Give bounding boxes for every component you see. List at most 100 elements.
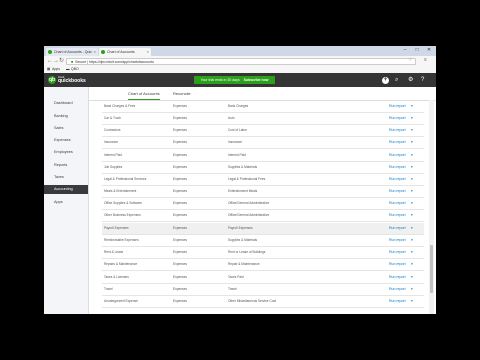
sidebar-item-reports[interactable]: Reports bbox=[44, 161, 88, 170]
browser-tab-1[interactable]: Chart of Accounts - Quic × bbox=[46, 48, 98, 56]
run-report-link[interactable]: Run report bbox=[389, 125, 406, 136]
account-name: Office Supplies & Software bbox=[104, 201, 142, 205]
reload-icon[interactable]: ↻ bbox=[59, 57, 64, 65]
url-text: https://qbo.intuit.com/app/chartofaccoun… bbox=[89, 59, 154, 64]
chevron-down-icon[interactable]: ▾ bbox=[411, 125, 413, 136]
gear-icon[interactable]: ⚙ bbox=[408, 77, 413, 83]
scrollbar[interactable] bbox=[429, 100, 434, 314]
bookmark-apps[interactable]: Apps bbox=[52, 66, 60, 73]
close-tab-icon[interactable]: × bbox=[94, 48, 96, 56]
chevron-down-icon[interactable]: ▾ bbox=[411, 101, 413, 112]
bookmark-qbo[interactable]: QBO bbox=[71, 66, 79, 73]
table-row: Reimbursable Expenses Expenses Supplies … bbox=[102, 235, 424, 247]
chevron-down-icon[interactable]: ▾ bbox=[411, 210, 413, 221]
run-report-link[interactable]: Run report bbox=[389, 223, 406, 234]
subscribe-now-button[interactable]: Subscribe now bbox=[244, 78, 269, 82]
help-icon[interactable]: ? bbox=[421, 77, 424, 83]
chevron-down-icon[interactable]: ▾ bbox=[411, 198, 413, 209]
table-row: Legal & Professional Services Expenses L… bbox=[102, 174, 424, 186]
run-report-link[interactable]: Run report bbox=[389, 247, 406, 258]
detail-type: Office/General Administrative bbox=[228, 201, 270, 205]
chevron-down-icon[interactable]: ▾ bbox=[411, 235, 413, 246]
quickbooks-logo-icon[interactable]: qb bbox=[48, 76, 56, 84]
scrollbar-thumb[interactable] bbox=[430, 245, 433, 293]
detail-type: Supplies & Materials bbox=[228, 165, 258, 169]
sidebar-item-expenses[interactable]: Expenses bbox=[44, 136, 88, 145]
quickbooks-favicon-icon bbox=[101, 50, 105, 54]
chevron-down-icon[interactable]: ▾ bbox=[411, 186, 413, 197]
apps-grid-icon[interactable]: ▦ bbox=[47, 66, 50, 73]
chevron-down-icon[interactable]: ▾ bbox=[411, 137, 413, 148]
sidebar-item-banking[interactable]: Banking bbox=[44, 112, 88, 121]
run-report-link[interactable]: Run report bbox=[389, 284, 406, 295]
detail-type: Cost of Labor bbox=[228, 128, 248, 132]
run-report-link[interactable]: Run report bbox=[389, 113, 406, 124]
account-name: Rent & Lease bbox=[104, 250, 124, 254]
run-report-link[interactable]: Run report bbox=[389, 296, 406, 307]
table-row: Meals & Entertainment Expenses Entertain… bbox=[102, 186, 424, 198]
account-name: Insurance bbox=[104, 140, 118, 144]
run-report-link[interactable]: Run report bbox=[389, 186, 406, 197]
chevron-down-icon[interactable]: ▾ bbox=[411, 113, 413, 124]
url-field[interactable]: ■ Secure | https://qbo.intuit.com/app/cha… bbox=[66, 57, 416, 65]
account-type: Expenses bbox=[173, 153, 187, 157]
chevron-down-icon[interactable]: ▾ bbox=[411, 150, 413, 161]
minimize-button[interactable]: – bbox=[400, 46, 410, 55]
create-plus-icon[interactable]: + bbox=[382, 76, 389, 84]
run-report-link[interactable]: Run report bbox=[389, 198, 406, 209]
run-report-link[interactable]: Run report bbox=[389, 235, 406, 246]
account-type: Expenses bbox=[173, 238, 187, 242]
account-name: Taxes & Licenses bbox=[104, 275, 129, 279]
chevron-down-icon[interactable]: ▾ bbox=[411, 174, 413, 185]
sidebar: Dashboard Banking Sales Expenses Employe… bbox=[44, 87, 89, 314]
account-name: Job Supplies bbox=[104, 165, 123, 169]
sidebar-item-employees[interactable]: Employees bbox=[44, 148, 88, 157]
account-type: Expenses bbox=[173, 250, 187, 254]
chevron-down-icon[interactable]: ▾ bbox=[411, 296, 413, 307]
run-report-link[interactable]: Run report bbox=[389, 150, 406, 161]
account-type: Expenses bbox=[173, 116, 187, 120]
run-report-link[interactable]: Run report bbox=[389, 137, 406, 148]
sidebar-item-sales[interactable]: Sales bbox=[44, 124, 88, 133]
search-icon[interactable]: ⌕ bbox=[395, 77, 398, 83]
close-tab-icon[interactable]: × bbox=[147, 48, 149, 56]
close-window-button[interactable]: ✕ bbox=[424, 46, 434, 55]
chevron-down-icon[interactable]: ▾ bbox=[411, 284, 413, 295]
browser-menu-icon[interactable]: ≡ bbox=[424, 57, 427, 63]
detail-type: Taxes Paid bbox=[228, 275, 244, 279]
url-secure-label: Secure bbox=[75, 59, 87, 64]
tab-reconcile[interactable]: Reconcile bbox=[173, 91, 191, 99]
chevron-down-icon[interactable]: ▾ bbox=[411, 162, 413, 173]
sidebar-item-taxes[interactable]: Taxes bbox=[44, 173, 88, 182]
table-row: Repairs & Maintenance Expenses Repair & … bbox=[102, 259, 424, 271]
table-row: Interest Paid Expenses Interest Paid Run… bbox=[102, 150, 424, 162]
chevron-down-icon[interactable]: ▾ bbox=[411, 223, 413, 234]
sidebar-item-dashboard[interactable]: Dashboard bbox=[44, 99, 88, 108]
table-row: Office Supplies & Software Expenses Offi… bbox=[102, 198, 424, 210]
detail-type: Interest Paid bbox=[228, 153, 246, 157]
quickbooks-favicon-icon bbox=[48, 50, 52, 54]
run-report-link[interactable]: Run report bbox=[389, 101, 406, 112]
table-row: Contractors Expenses Cost of Labor Run r… bbox=[102, 125, 424, 137]
address-bar-row: ← → ↻ ■ Secure | https://qbo.intuit.com/a… bbox=[44, 56, 436, 66]
account-type: Expenses bbox=[173, 128, 187, 132]
browser-tab-2[interactable]: Chart of Accounts × bbox=[99, 48, 151, 56]
run-report-link[interactable]: Run report bbox=[389, 162, 406, 173]
maximize-button[interactable]: □ bbox=[412, 46, 422, 55]
browser-window: Chart of Accounts - Quic × Chart of Acco… bbox=[44, 46, 436, 314]
table-row: Car & Truck Expenses Auto Run report ▾ bbox=[102, 113, 424, 125]
run-report-link[interactable]: Run report bbox=[389, 174, 406, 185]
tab-chart-of-accounts[interactable]: Chart of Accounts bbox=[128, 91, 160, 100]
run-report-link[interactable]: Run report bbox=[389, 259, 406, 270]
detail-type: Legal & Professional Fees bbox=[228, 177, 266, 181]
bookmark-star-icon[interactable]: ☆ bbox=[408, 57, 412, 63]
sidebar-item-apps[interactable]: Apps bbox=[44, 198, 88, 207]
sidebar-item-accounting[interactable]: Accounting bbox=[44, 185, 88, 194]
detail-type: Bank Charges bbox=[228, 104, 249, 108]
chevron-down-icon[interactable]: ▾ bbox=[411, 259, 413, 270]
chevron-down-icon[interactable]: ▾ bbox=[411, 272, 413, 283]
run-report-link[interactable]: Run report bbox=[389, 210, 406, 221]
table-row: Travel Expenses Travel Run report ▾ bbox=[102, 284, 424, 296]
run-report-link[interactable]: Run report bbox=[389, 272, 406, 283]
chevron-down-icon[interactable]: ▾ bbox=[411, 247, 413, 258]
